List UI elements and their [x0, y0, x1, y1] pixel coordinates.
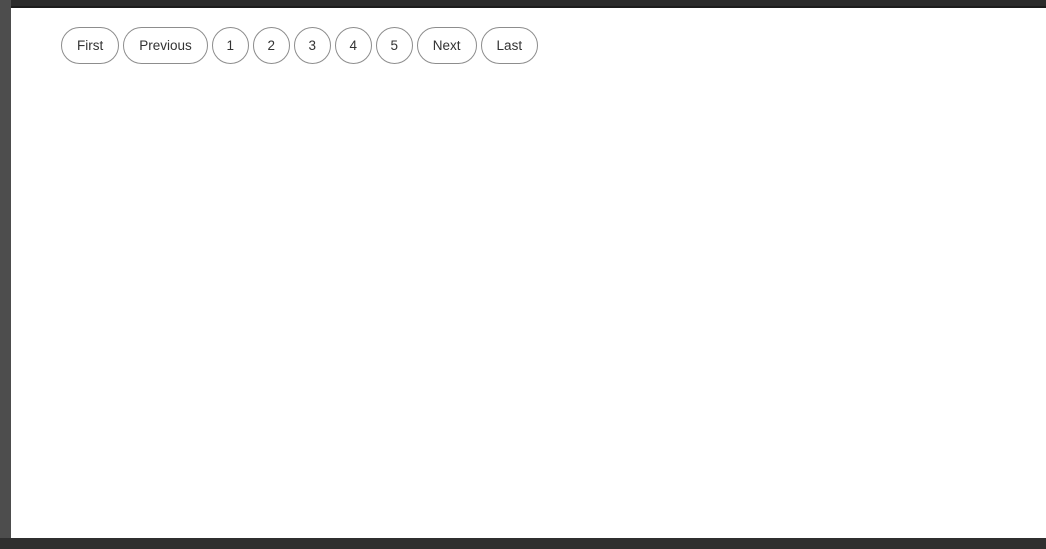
window-bottom-border [0, 538, 1046, 549]
page-content: First Previous 1 2 3 4 5 Next Last [11, 8, 1046, 538]
window-left-border [0, 0, 11, 549]
browser-window: First Previous 1 2 3 4 5 Next Last [0, 0, 1046, 549]
first-page-button[interactable]: First [61, 27, 120, 64]
page-1-button[interactable]: 1 [211, 27, 249, 64]
window-top-border [0, 0, 1046, 8]
last-page-button[interactable]: Last [480, 27, 539, 64]
next-page-button[interactable]: Next [416, 27, 477, 64]
page-3-button[interactable]: 3 [293, 27, 331, 64]
previous-page-button[interactable]: Previous [123, 27, 208, 64]
page-4-button[interactable]: 4 [334, 27, 372, 64]
pagination: First Previous 1 2 3 4 5 Next Last [61, 27, 539, 64]
page-5-button[interactable]: 5 [375, 27, 413, 64]
page-2-button[interactable]: 2 [252, 27, 290, 64]
